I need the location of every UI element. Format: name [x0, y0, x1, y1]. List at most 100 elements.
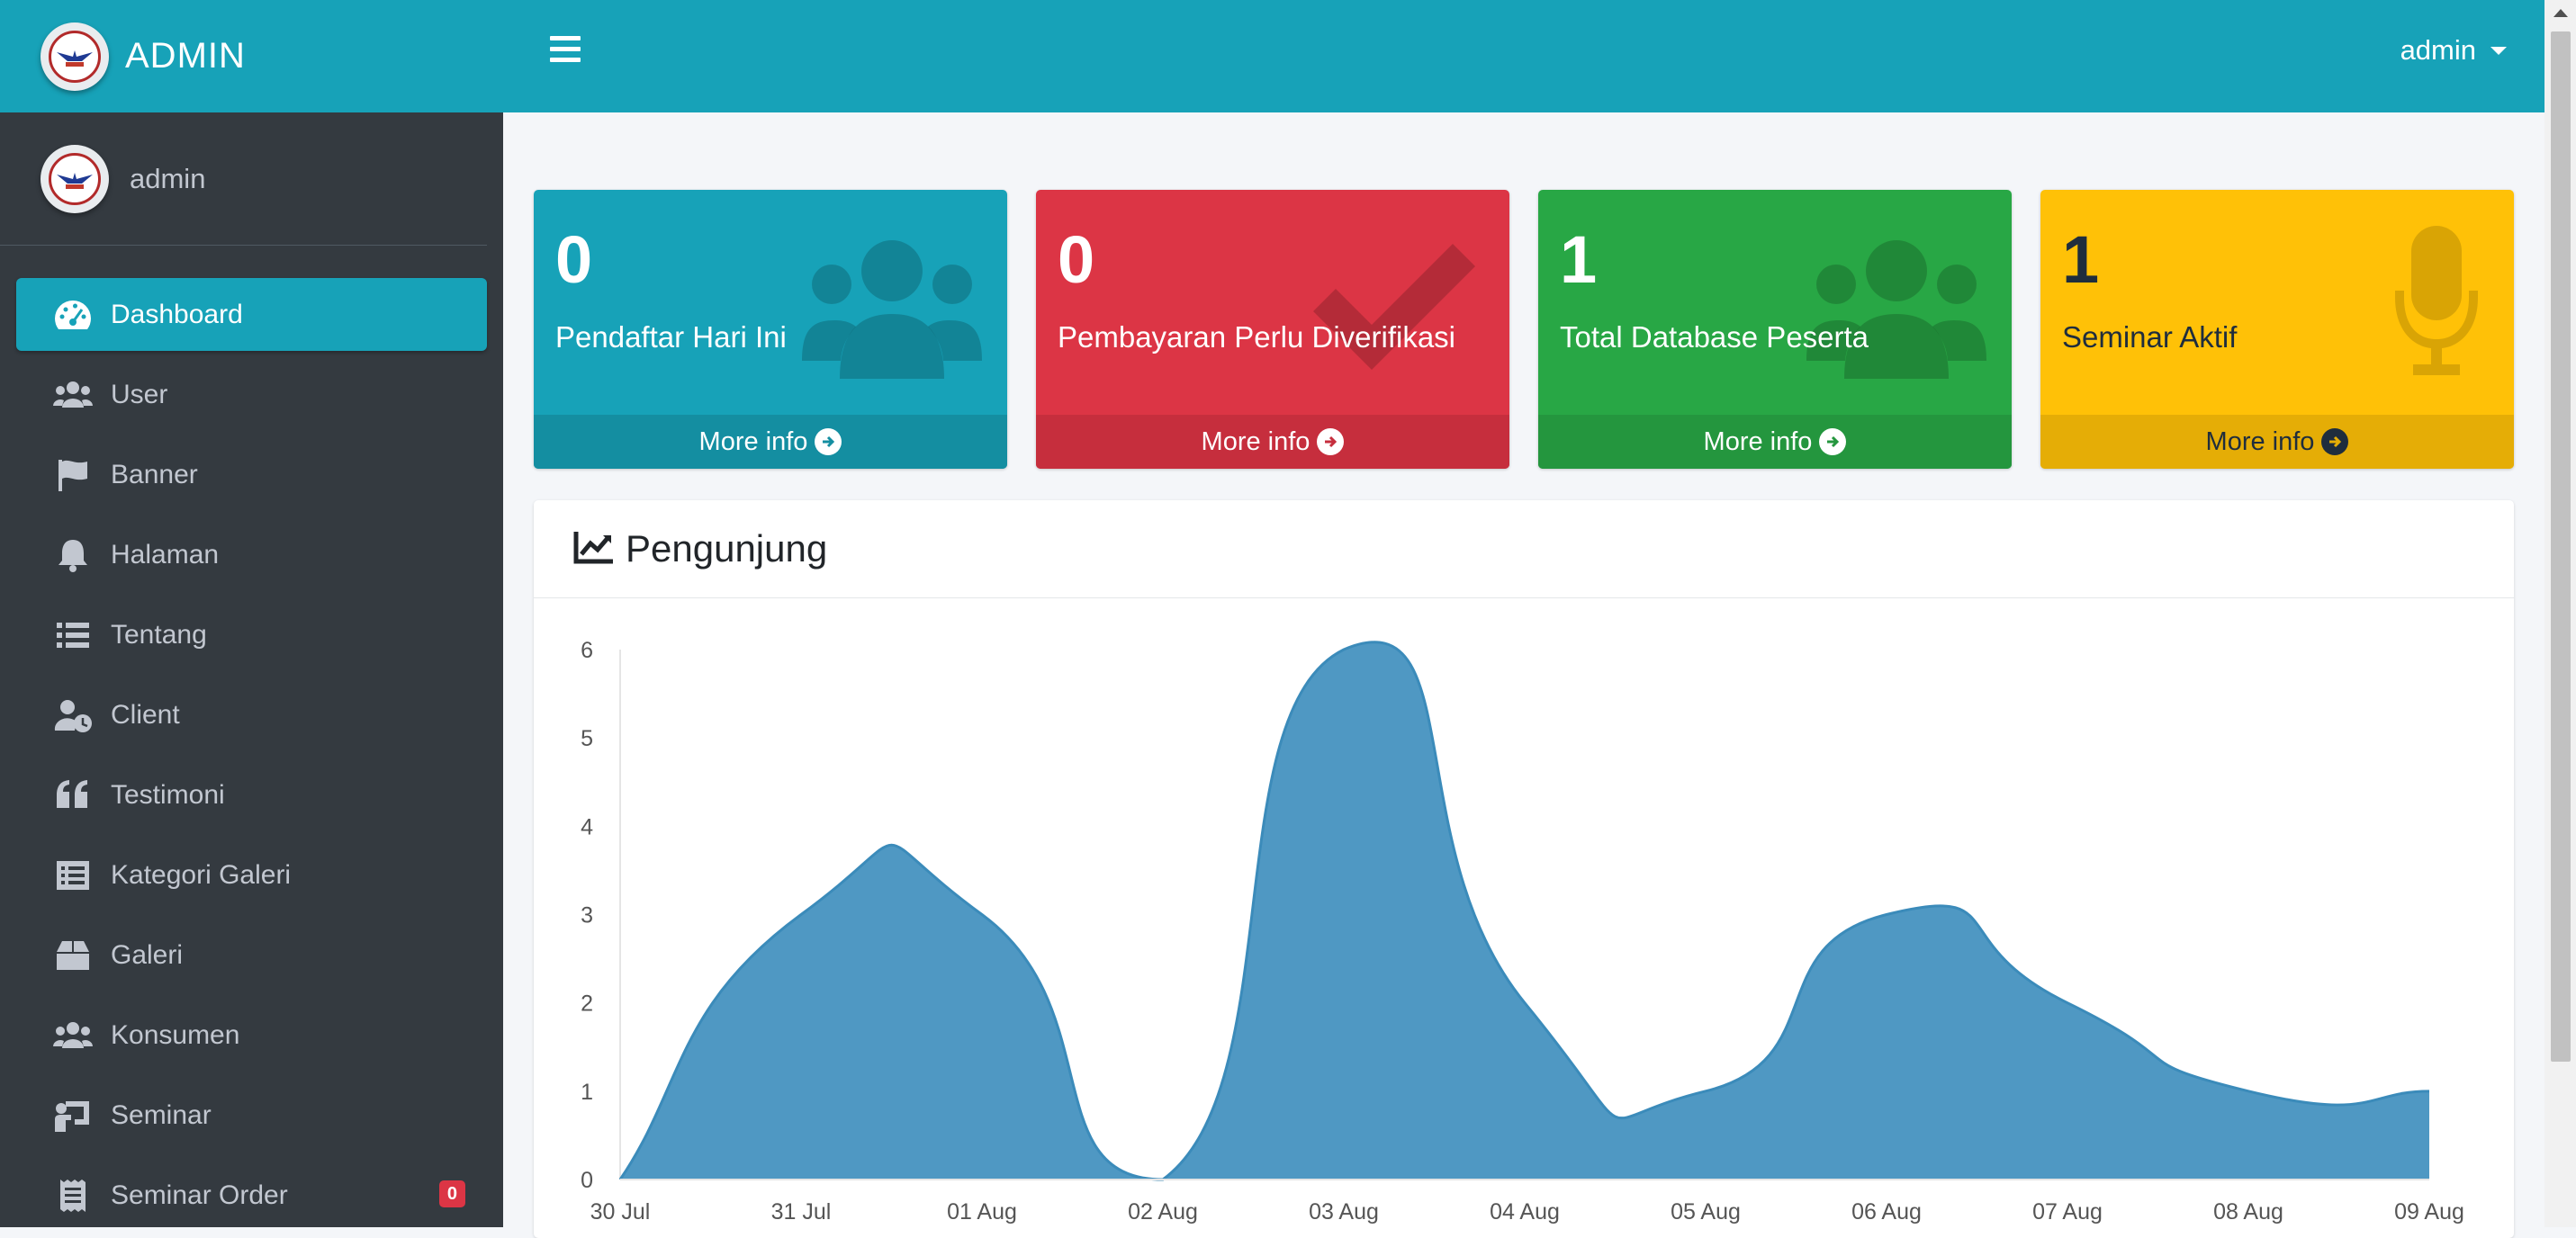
receipt-icon [50, 1177, 95, 1215]
sidebar-nav: Dashboard User Banner Halaman Tentang Cl… [0, 278, 503, 1232]
sidebar-item-testimoni[interactable]: Testimoni [16, 758, 487, 831]
users-icon [50, 1017, 95, 1054]
seminar-order-badge: 0 [438, 1180, 465, 1207]
visitor-chart-card: Pengunjung 0 1 2 3 4 5 6 30 Jul 31 Jul 01 Aug 02 A… [534, 500, 2514, 1238]
sidebar-item-galeri[interactable]: Galeri [16, 919, 487, 991]
sidebar-item-konsumen[interactable]: Konsumen [16, 999, 487, 1072]
more-info-link[interactable]: More info [1538, 415, 2012, 469]
x-tick-label: 04 Aug [1490, 1199, 1560, 1225]
users-icon [50, 376, 95, 414]
x-tick-label: 30 Jul [590, 1199, 651, 1225]
y-tick-label: 5 [581, 726, 593, 751]
info-box-pembayaran: 0 Pembayaran Perlu Diverifikasi More inf… [1036, 190, 1509, 469]
x-tick-label: 03 Aug [1309, 1199, 1379, 1225]
user-dropdown-label: admin [2400, 34, 2476, 66]
sidebar-item-banner[interactable]: Banner [16, 438, 487, 511]
more-info-label: More info [1201, 426, 1311, 456]
info-box-seminar-aktif: 1 Seminar Aktif More info [2040, 190, 2514, 469]
x-tick-label: 05 Aug [1671, 1199, 1741, 1225]
sidebar-item-label: Banner [111, 459, 198, 489]
more-info-label: More info [698, 426, 808, 456]
tachometer-icon [50, 296, 95, 334]
x-tick-label: 01 Aug [947, 1199, 1017, 1225]
y-tick-label: 4 [581, 814, 593, 839]
more-info-label: More info [2205, 426, 2315, 456]
more-info-link[interactable]: More info [534, 415, 1007, 469]
scroll-up-arrow-icon[interactable] [2553, 9, 2568, 17]
caret-down-icon [2490, 46, 2507, 55]
data-point[interactable] [1702, 1088, 1709, 1095]
sidebar-item-tentang[interactable]: Tentang [16, 598, 487, 671]
data-point[interactable] [2064, 1000, 2071, 1007]
info-box-label: Pendaftar Hari Ini [555, 320, 787, 354]
brand-title: ADMIN [125, 36, 246, 76]
series-area [620, 641, 2429, 1180]
list-icon [50, 616, 95, 654]
sidebar-item-dashboard[interactable]: Dashboard [16, 278, 487, 351]
sidebar: ADMIN admin Dashboard User Banner Halama… [0, 0, 503, 1227]
scroll-thumb[interactable] [2551, 31, 2571, 1062]
sidebar-item-seminar[interactable]: Seminar [16, 1079, 487, 1152]
users-icon [1806, 226, 1986, 379]
x-tick-label: 31 Jul [771, 1199, 832, 1225]
x-tick-label: 06 Aug [1851, 1199, 1922, 1225]
more-info-link[interactable]: More info [2040, 415, 2514, 469]
arrow-circle-right-icon [1819, 428, 1847, 455]
chalkboard-teacher-icon [50, 1097, 95, 1135]
data-point[interactable] [2426, 1088, 2433, 1095]
chart-line-icon [573, 529, 615, 570]
card-header: Pengunjung [534, 500, 2514, 598]
arrow-circle-right-icon [1317, 428, 1345, 455]
y-tick-label: 1 [581, 1080, 593, 1105]
menu-toggle-button[interactable] [550, 36, 581, 63]
info-box-value: 1 [1560, 222, 1598, 297]
info-box-value: 1 [2062, 222, 2100, 297]
sidebar-item-user[interactable]: User [16, 358, 487, 431]
sidebar-item-label: Seminar Order [111, 1180, 288, 1210]
info-box-value: 0 [555, 222, 593, 297]
sidebar-item-label: Galeri [111, 939, 184, 970]
y-tick-label: 6 [581, 638, 593, 663]
data-point[interactable] [2245, 1088, 2252, 1095]
sidebar-item-label: Halaman [111, 539, 220, 570]
arrow-circle-right-icon [815, 428, 842, 455]
box-icon [50, 937, 95, 974]
sidebar-item-halaman[interactable]: Halaman [16, 518, 487, 591]
data-point[interactable] [1340, 646, 1347, 653]
users-icon [802, 226, 982, 379]
sidebar-item-label: Testimoni [111, 779, 225, 810]
brand-logo [41, 22, 109, 91]
y-tick-label: 2 [581, 991, 593, 1017]
x-tick-label: 02 Aug [1128, 1199, 1198, 1225]
brand-link[interactable]: ADMIN [0, 0, 503, 112]
user-name: admin [130, 162, 206, 194]
sidebar-item-seminar-order[interactable]: Seminar Order 0 [16, 1159, 487, 1232]
sidebar-item-label: Seminar [111, 1099, 212, 1130]
flag-icon [50, 456, 95, 494]
sidebar-item-label: User [111, 379, 168, 409]
info-box-label: Total Database Peserta [1560, 320, 1869, 354]
card-title: Pengunjung [626, 527, 828, 570]
sidebar-item-label: Kategori Galeri [111, 859, 292, 890]
data-point[interactable] [1883, 911, 1890, 919]
arrow-circle-right-icon [2321, 428, 2349, 455]
sidebar-item-label: Client [111, 699, 180, 730]
sidebar-item-client[interactable]: Client [16, 678, 487, 751]
user-dropdown[interactable]: admin [2400, 34, 2507, 67]
info-box-value: 0 [1058, 222, 1095, 297]
list-alt-icon [50, 857, 95, 894]
info-box-total-database: 1 Total Database Peserta More info [1538, 190, 2012, 469]
data-point[interactable] [797, 911, 805, 919]
user-panel[interactable]: admin [0, 112, 487, 246]
user-avatar [41, 144, 109, 213]
info-box-pendaftar: 0 Pendaftar Hari Ini More info [534, 190, 1007, 469]
visitor-area-chart: 0 1 2 3 4 5 6 30 Jul 31 Jul 01 Aug 02 Aug 03 Aug 04 … [581, 638, 2464, 1225]
data-point[interactable] [1521, 1000, 1528, 1007]
info-box-label: Pembayaran Perlu Diverifikasi [1058, 320, 1456, 354]
more-info-label: More info [1703, 426, 1813, 456]
data-point[interactable] [978, 911, 986, 919]
scrollbar[interactable] [2544, 0, 2576, 1227]
y-tick-label: 3 [581, 903, 593, 928]
more-info-link[interactable]: More info [1036, 415, 1509, 469]
sidebar-item-kategori-galeri[interactable]: Kategori Galeri [16, 839, 487, 911]
